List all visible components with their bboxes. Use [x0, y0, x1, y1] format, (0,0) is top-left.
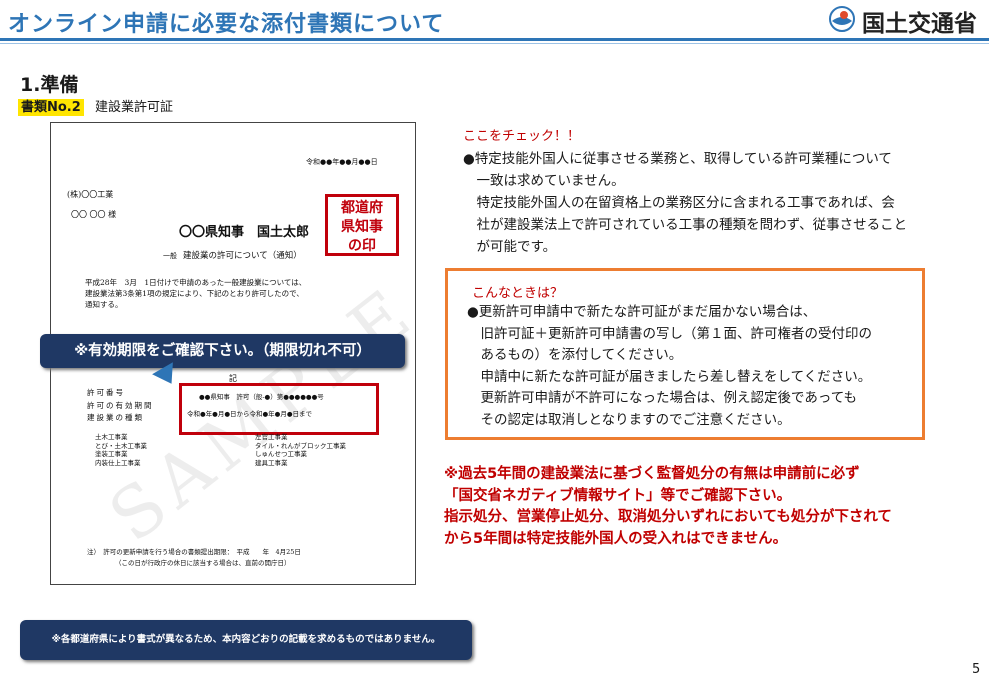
doc-issuer: 〇〇県知事 国土太郎 [179, 225, 310, 240]
doc-date: 令和●●年●●月●●日 [306, 158, 378, 166]
page-title: オンライン申請に必要な添付書類について [8, 12, 445, 37]
logo-text: 国土交通省 [862, 11, 977, 37]
doc-trades-left: 土木工事業 とび・土木工事業 塗装工事業 内装仕上工事業 [95, 433, 147, 467]
mlit-logo-icon [829, 6, 855, 32]
doc-company: (株)〇〇工業 [67, 190, 114, 199]
document-number-tag: 書類No.2 [18, 99, 84, 116]
check-title: ここをチェック！！ [463, 129, 581, 144]
doc-notice-prefix: 一般 [163, 252, 177, 260]
case-body: ●更新許可申請中で新たな許可証がまだ届かない場合は、 旧許可証＋更新許可申請書の… [467, 304, 872, 428]
validity-callout: ※有効期限をご確認下さい。（期限切れ不可） [40, 334, 405, 368]
doc-body: 平成28年 3月 1日付けで申請のあった一般建設業については、 建設業法第3条第… [85, 278, 307, 309]
prefecture-governor-stamp: 都道府 県知事 の印 [325, 194, 399, 256]
case-title: こんなときは？ [472, 286, 564, 301]
doc-field-labels: 許可番号 許可の有効期間 建設業の種類 [87, 388, 154, 422]
format-disclaimer-banner: ※各都道府県により書式が異なるため、本内容どおりの記載を求めるものではありません… [20, 620, 472, 660]
header-rule-thin [0, 43, 989, 44]
page-number: 5 [972, 662, 981, 677]
check-body: ●特定技能外国人に従事させる業務と、取得している許可業種について 一致は求めてい… [463, 151, 908, 255]
doc-addressee: 〇〇 〇〇 様 [71, 210, 117, 219]
header-rule [0, 38, 989, 41]
section-title: 1.準備 [20, 74, 79, 96]
doc-trades-right: 左官工事業 タイル・れんがブロック工事業 しゅんせつ工事業 建具工事業 [255, 433, 346, 467]
document-name: 建設業許可証 [95, 100, 174, 115]
doc-validity: 令和●年●月●日から令和●年●月●日まで [187, 410, 313, 418]
doc-notice-title: 建設業の許可について（通知） [183, 251, 302, 261]
disciplinary-warning: ※過去5年間の建設業法に基づく監督処分の有無は申請前に必ず 「国交省ネガティブ情… [444, 466, 892, 547]
doc-footer-note: 注） 許可の更新申請を行う場合の書類提出期限： 平成 年 4月25日 （この日が… [87, 548, 301, 567]
doc-permit-number: ●●県知事 許可（般-●）第●●●●●●号 [199, 393, 324, 401]
